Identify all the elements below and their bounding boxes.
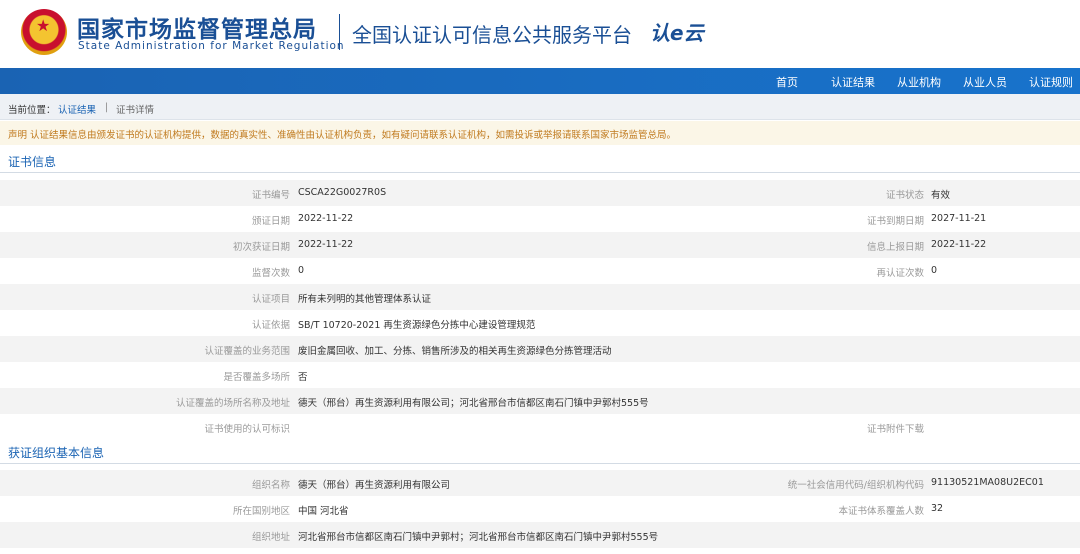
field-value: 2022-11-22 (298, 239, 354, 250)
field-value: 0 (931, 265, 938, 276)
field-label: 本证书体系覆盖人数 (838, 506, 924, 517)
field-value: CSCA22G0027R0S (298, 187, 387, 198)
disclaimer-text: 声明 认证结果信息由颁发证书的认证机构提供，数据的真实性、准确性由认证机构负责，… (8, 130, 677, 141)
field-value: SB/T 10720-2021 再生资源绿色分拣中心建设管理规范 (298, 320, 536, 331)
section-title: 证书信息 (8, 155, 57, 169)
field-label: 监督次数 (251, 268, 290, 279)
field-value: 2027-11-21 (931, 213, 987, 224)
section-cert-info: 证书信息 (0, 147, 1080, 173)
field-value: 91130521MA08U2EC01 (931, 477, 1044, 488)
table-row: 证书编号 CSCA22G0027R0S 证书状态 有效 (0, 180, 1080, 206)
table-row: 认证依据 SB/T 10720-2021 再生资源绿色分拣中心建设管理规范 (0, 310, 1080, 336)
field-label: 再认证次数 (876, 268, 924, 279)
platform-logo: 认e云 (650, 21, 704, 45)
field-label: 认证依据 (251, 320, 290, 331)
field-value: 废旧金属回收、加工、分拣、销售所涉及的相关再生资源绿色分拣管理活动 (298, 346, 612, 357)
platform-title: 全国认证认可信息公共服务平台 (352, 23, 632, 47)
nav-personnel[interactable]: 从业人员 (963, 74, 1007, 90)
field-label: 组织名称 (251, 480, 290, 491)
nav-cert-results[interactable]: 认证结果 (831, 74, 875, 90)
field-label: 是否覆盖多场所 (223, 372, 290, 383)
field-label: 认证项目 (251, 294, 290, 305)
field-label: 证书到期日期 (866, 216, 924, 227)
table-row: 初次获证日期 2022-11-22 信息上报日期 2022-11-22 (0, 232, 1080, 258)
breadcrumb-current: 证书详情 (116, 105, 155, 116)
field-label: 组织地址 (251, 532, 290, 543)
nav-home[interactable]: 首页 (776, 74, 798, 90)
national-emblem-icon: ★ (21, 9, 67, 55)
breadcrumb-separator: | (105, 102, 109, 113)
table-row: 监督次数 0 再认证次数 0 (0, 258, 1080, 284)
agency-title: 国家市场监督管理总局 (77, 16, 317, 43)
field-value: 2022-11-22 (298, 213, 354, 224)
field-label: 初次获证日期 (232, 242, 290, 253)
field-value: 有效 (931, 190, 951, 201)
nav-institutions[interactable]: 从业机构 (897, 74, 941, 90)
field-value: 0 (298, 265, 305, 276)
breadcrumb: 当前位置： 认证结果 | 证书详情 (0, 94, 1080, 120)
section-title: 获证组织基本信息 (8, 446, 105, 460)
breadcrumb-link-cert-results[interactable]: 认证结果 (58, 102, 96, 116)
table-row: 认证覆盖的业务范围 废旧金属回收、加工、分拣、销售所涉及的相关再生资源绿色分拣管… (0, 336, 1080, 362)
field-value: 2022-11-22 (931, 239, 987, 250)
table-row: 组织名称 德天（邢台）再生资源利用有限公司 统一社会信用代码/组织机构代码 91… (0, 470, 1080, 496)
field-label: 证书使用的认可标识 (204, 424, 290, 435)
section-org-info: 获证组织基本信息 (0, 438, 1080, 464)
table-row: 颁证日期 2022-11-22 证书到期日期 2027-11-21 (0, 206, 1080, 232)
site-header: ★ 国家市场监督管理总局 State Administration for Ma… (0, 0, 1080, 68)
field-value: 否 (298, 372, 308, 383)
field-value: 德天（邢台）再生资源利用有限公司 (298, 480, 451, 491)
field-label: 证书状态 (885, 190, 924, 201)
table-row: 组织地址 河北省邢台市信都区南石门镇中尹郭村；河北省邢台市信都区南石门镇中尹郭村… (0, 522, 1080, 548)
agency-title-en: State Administration for Market Regulati… (78, 40, 345, 52)
field-label: 证书编号 (251, 190, 290, 201)
field-label: 颁证日期 (251, 216, 290, 227)
table-row: 认证覆盖的场所名称及地址 德天（邢台）再生资源利用有限公司；河北省邢台市信都区南… (0, 388, 1080, 414)
field-value: 德天（邢台）再生资源利用有限公司；河北省邢台市信都区南石门镇中尹郭村555号 (298, 398, 649, 409)
field-label: 认证覆盖的场所名称及地址 (175, 398, 290, 409)
disclaimer-banner: 声明 认证结果信息由颁发证书的认证机构提供，数据的真实性、准确性由认证机构负责，… (0, 121, 1080, 145)
attachment-download-link[interactable]: 证书附件下载 (664, 421, 924, 435)
field-value: 河北省邢台市信都区南石门镇中尹郭村；河北省邢台市信都区南石门镇中尹郭村555号 (298, 532, 659, 543)
table-row: 所在国别地区 中国 河北省 本证书体系覆盖人数 32 (0, 496, 1080, 522)
table-row: 证书使用的认可标识 证书附件下载 (0, 414, 1080, 440)
field-label: 统一社会信用代码/组织机构代码 (787, 480, 924, 491)
field-value: 所有未列明的其他管理体系认证 (298, 294, 432, 305)
table-row: 认证项目 所有未列明的其他管理体系认证 (0, 284, 1080, 310)
field-label: 所在国别地区 (232, 506, 290, 517)
field-label: 信息上报日期 (866, 242, 924, 253)
field-label: 认证覆盖的业务范围 (204, 346, 290, 357)
field-value: 32 (931, 503, 944, 514)
table-row: 是否覆盖多场所 否 (0, 362, 1080, 388)
header-divider (339, 14, 340, 50)
breadcrumb-prefix: 当前位置： (8, 105, 56, 116)
main-nav: 首页 认证结果 从业机构 从业人员 认证规则 (0, 68, 1080, 94)
field-value: 中国 河北省 (298, 506, 349, 517)
nav-rules[interactable]: 认证规则 (1029, 74, 1073, 90)
